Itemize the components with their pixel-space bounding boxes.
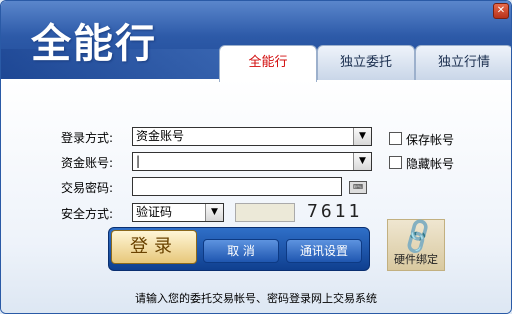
captcha-input[interactable] — [235, 203, 295, 222]
login-mode-label: 登录方式: — [61, 131, 114, 145]
hardware-bind-button[interactable]: 🔗 硬件绑定 — [387, 216, 445, 271]
save-account-checkbox[interactable] — [389, 132, 402, 145]
account-label: 资金账号: — [61, 156, 114, 170]
app-title: 全能行 — [31, 21, 157, 67]
save-account-label: 保存帐号 — [406, 133, 455, 147]
hide-account-label: 隐藏帐号 — [406, 157, 455, 171]
login-window: 全能行 ✕ 全能行 独立委托 独立行情 登录方式: 资金账号 ▼ 保存帐号 资金… — [0, 0, 512, 314]
security-value: 验证码 — [136, 205, 173, 219]
comm-settings-button[interactable]: 通讯设置 — [286, 239, 362, 263]
security-select[interactable]: 验证码 ▼ — [132, 203, 224, 222]
login-button[interactable]: 登录 — [111, 230, 197, 264]
captcha-image[interactable]: 7611 — [307, 201, 362, 222]
security-label: 安全方式: — [61, 207, 114, 221]
tab-independent-quote[interactable]: 独立行情 — [415, 45, 511, 80]
login-mode-select[interactable]: 资金账号 ▼ — [132, 127, 372, 146]
tab-independent-order[interactable]: 独立委托 — [317, 45, 415, 80]
chevron-down-icon[interactable]: ▼ — [353, 153, 371, 170]
close-icon[interactable]: ✕ — [493, 3, 509, 19]
tab-bar: 全能行 独立委托 独立行情 — [219, 45, 511, 82]
keyboard-icon[interactable]: ⌨ — [349, 181, 367, 194]
account-input[interactable]: | ▼ — [132, 152, 372, 171]
tab-all-in-one[interactable]: 全能行 — [219, 45, 317, 82]
main-panel — [1, 79, 511, 313]
cancel-button[interactable]: 取 消 — [203, 239, 279, 263]
login-mode-value: 资金账号 — [136, 129, 185, 143]
status-text: 请输入您的委托交易帐号、密码登录网上交易系统 — [135, 292, 377, 305]
account-value: | — [136, 154, 141, 168]
password-label: 交易密码: — [61, 181, 114, 195]
chevron-down-icon[interactable]: ▼ — [205, 204, 223, 221]
chevron-down-icon[interactable]: ▼ — [353, 128, 371, 145]
hardware-bind-label: 硬件绑定 — [394, 253, 438, 266]
hide-account-checkbox[interactable] — [389, 156, 402, 169]
password-input[interactable] — [132, 177, 342, 196]
